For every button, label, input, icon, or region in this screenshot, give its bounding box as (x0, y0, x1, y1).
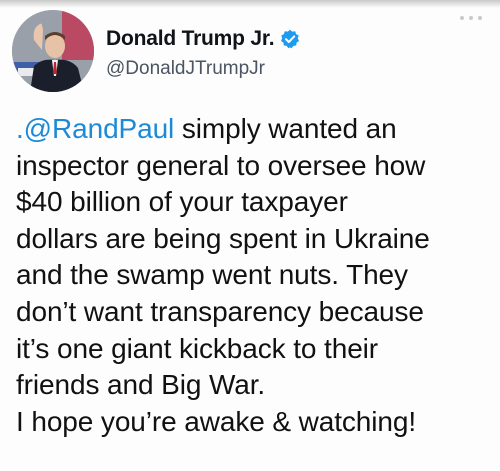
user-handle[interactable]: @DonaldJTrumpJr (106, 58, 265, 80)
tweet-line-text: simply wanted an (174, 113, 397, 144)
avatar[interactable] (12, 10, 94, 92)
tweet-line-9: I hope you’re awake & watching! (16, 405, 417, 437)
tweet-text: .@RandPaul simply wanted an inspector ge… (16, 111, 486, 440)
tweet-line-6: don’t want transparency because (16, 295, 424, 327)
verified-badge-icon (280, 29, 300, 49)
display-name[interactable]: Donald Trump Jr. (106, 27, 275, 51)
tweet-line-7: it’s one giant kickback to their (16, 332, 379, 364)
more-dot (469, 16, 473, 20)
tweet-line-2: inspector general to oversee how (16, 149, 426, 181)
top-shadow (0, 0, 500, 8)
tweet-line-8: friends and Big War. (16, 369, 266, 401)
avatar-photo (12, 10, 94, 92)
more-options-icon[interactable] (460, 14, 482, 22)
more-dot (478, 16, 482, 20)
tweet-line-3: $40 billion of your taxpayer (16, 186, 348, 218)
tweet-line-5: and the swamp went nuts. They (16, 259, 408, 291)
author-name-row: Donald Trump Jr. (106, 26, 300, 52)
tweet-line-4: dollars are being spent in Ukraine (16, 222, 430, 254)
mention-link[interactable]: .@RandPaul (16, 113, 174, 144)
tweet-line-1: .@RandPaul simply wanted an (16, 111, 486, 148)
more-dot (460, 16, 464, 20)
tweet-screenshot: Donald Trump Jr. @DonaldJTrumpJr .@RandP… (0, 0, 500, 471)
